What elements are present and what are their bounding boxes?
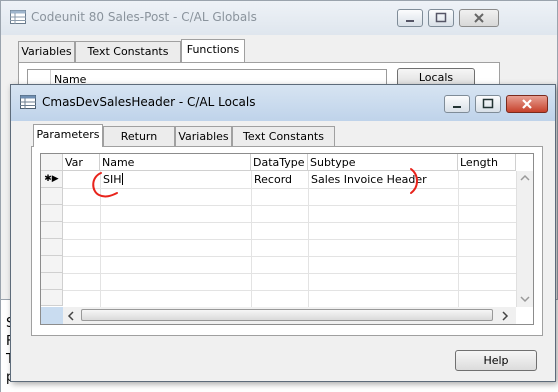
globals-tabstrip: Variables Text Constants Functions xyxy=(18,39,258,63)
tab-text-constants[interactable]: Text Constants xyxy=(75,41,181,62)
maximize-icon xyxy=(435,12,447,23)
minimize-button[interactable] xyxy=(397,9,423,27)
row-selector[interactable] xyxy=(41,188,63,205)
minimize-icon xyxy=(453,106,461,108)
table-icon xyxy=(10,10,26,24)
locals-window: CmasDevSalesHeader - C/AL Locals Paramet… xyxy=(10,84,556,382)
tab-parameters[interactable]: Parameters xyxy=(33,124,103,147)
column-header-length[interactable]: Length xyxy=(458,154,516,171)
tab-variables[interactable]: Variables xyxy=(18,41,75,62)
red-annotation-brackets xyxy=(92,168,418,198)
locals-titlebar[interactable]: CmasDevSalesHeader - C/AL Locals xyxy=(11,85,555,121)
minimize-button[interactable] xyxy=(444,95,470,113)
locals-tabstrip: Parameters Return Value Variables Text C… xyxy=(33,124,353,163)
grid-corner-bottom xyxy=(41,307,63,324)
window-title: Codeunit 80 Sales-Post - C/AL Globals xyxy=(31,10,257,24)
tab-text-constants[interactable]: Text Constants xyxy=(232,126,335,147)
horizontal-scrollbar[interactable] xyxy=(63,307,516,324)
close-button[interactable] xyxy=(506,95,548,113)
row-selector[interactable] xyxy=(41,273,63,290)
close-button[interactable] xyxy=(459,9,499,27)
row-selector[interactable] xyxy=(41,222,63,239)
close-icon xyxy=(522,99,532,109)
scroll-left-icon[interactable] xyxy=(67,311,75,321)
help-button[interactable]: Help xyxy=(455,350,537,371)
tab-return-value[interactable]: Return Value xyxy=(103,126,175,163)
maximize-button[interactable] xyxy=(428,9,454,27)
scroll-down-icon[interactable] xyxy=(520,295,530,303)
globals-titlebar[interactable]: Codeunit 80 Sales-Post - C/AL Globals xyxy=(1,1,557,35)
scroll-up-icon[interactable] xyxy=(520,174,530,182)
minimize-icon xyxy=(406,20,414,22)
horizontal-scroll-thumb[interactable] xyxy=(81,309,493,321)
row-selector[interactable] xyxy=(41,239,63,256)
row-selector[interactable] xyxy=(41,290,63,306)
cell-length[interactable] xyxy=(458,171,516,188)
row-selector[interactable] xyxy=(41,205,63,222)
table-icon xyxy=(20,95,36,109)
row-indicator[interactable]: ✱▶ xyxy=(41,171,63,188)
tab-variables[interactable]: Variables xyxy=(175,126,232,147)
maximize-button[interactable] xyxy=(475,95,501,113)
row-selector[interactable] xyxy=(41,256,63,273)
scroll-right-icon[interactable] xyxy=(501,311,509,321)
grid-corner xyxy=(41,154,63,171)
vertical-scrollbar[interactable] xyxy=(516,171,533,307)
window-title: CmasDevSalesHeader - C/AL Locals xyxy=(42,95,256,109)
maximize-icon xyxy=(482,98,494,109)
underlying-text-strip: S F T p xyxy=(0,300,14,392)
close-icon xyxy=(474,13,484,23)
tab-functions[interactable]: Functions xyxy=(181,39,245,62)
